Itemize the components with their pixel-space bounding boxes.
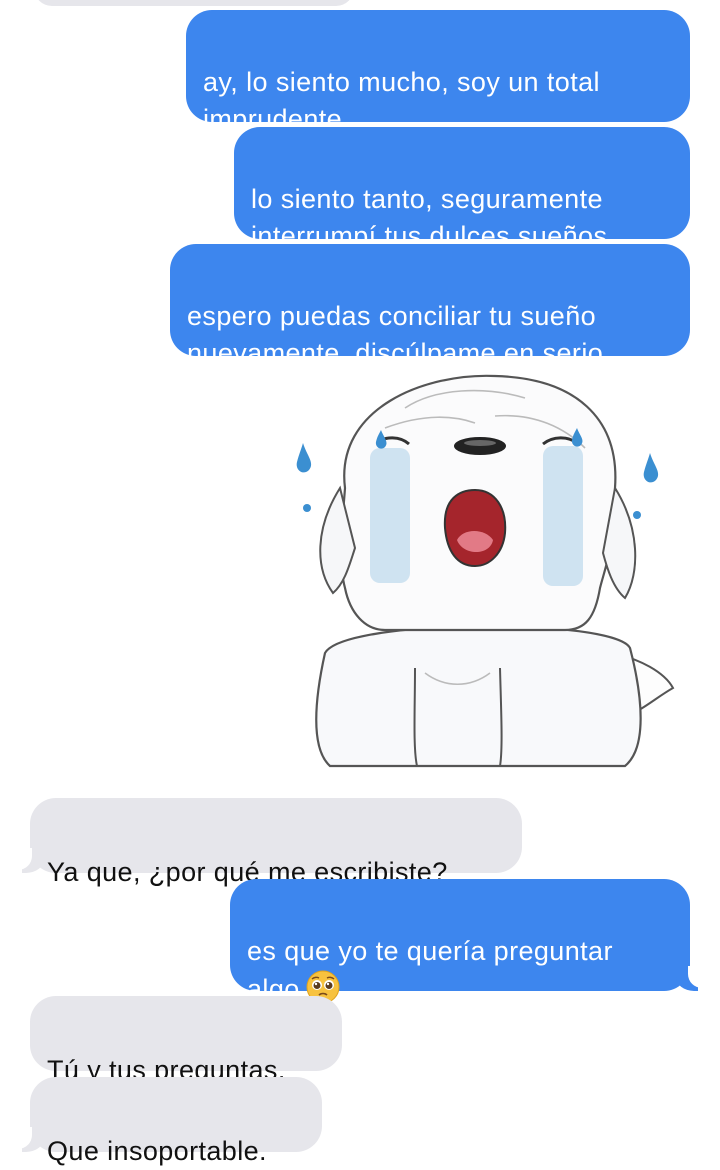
message-text: espero puedas conciliar tu sueño nuevame… [187, 301, 604, 368]
bubble-tail [16, 848, 44, 873]
received-message[interactable]: Que insoportable. [16, 1077, 322, 1166]
received-message[interactable]: Ya que, ¿por qué me escribiste? [16, 798, 522, 887]
sent-message[interactable]: espero puedas conciliar tu sueño nuevame… [170, 244, 690, 368]
message-text: Que insoportable. [47, 1136, 267, 1166]
message-text: es que yo te quería preguntar algo [247, 936, 613, 1004]
partial-received-bubble[interactable] [34, 0, 354, 6]
message-text: lo siento tanto, seguramente interrumpí … [251, 184, 608, 251]
sent-message[interactable]: ay, lo siento mucho, soy un total imprud… [186, 10, 690, 134]
sent-message[interactable]: es que yo te quería preguntar algo [230, 879, 704, 1004]
crying-white-dog-sticker[interactable] [285, 368, 680, 778]
bubble-tail [16, 1127, 44, 1152]
received-message[interactable]: Tú y tus preguntas. [30, 996, 342, 1085]
bubble-tail [676, 966, 704, 991]
sent-message[interactable]: lo siento tanto, seguramente interrumpí … [234, 127, 690, 251]
message-text: ay, lo siento mucho, soy un total imprud… [203, 67, 600, 134]
